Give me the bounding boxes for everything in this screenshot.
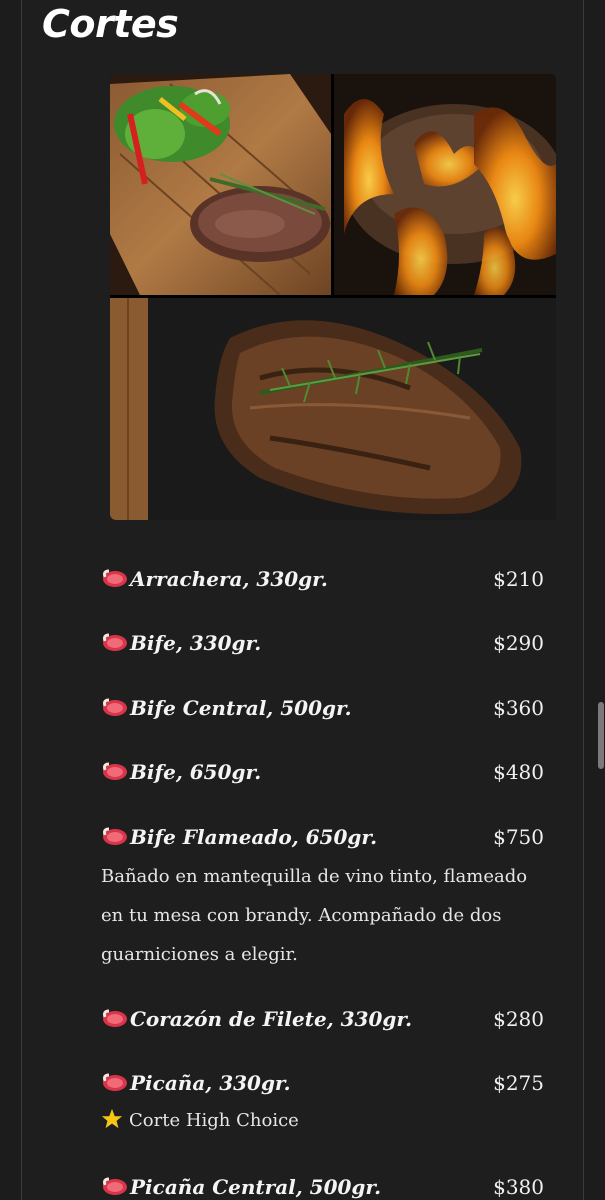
menu-item[interactable]: Picaña, 330gr. $275 Corte High Choice — [101, 1066, 544, 1136]
menu-item-price: $280 — [493, 1007, 544, 1031]
menu-item[interactable]: Bife Central, 500gr. $360 — [101, 691, 544, 725]
steak-board-photo[interactable] — [110, 74, 331, 295]
menu-item-name: Corazón de Filete, 330gr. — [101, 1002, 412, 1036]
menu-item-price: $380 — [493, 1175, 544, 1199]
menu-item[interactable]: Bife Flameado, 650gr. $750 Bañado en man… — [101, 820, 544, 974]
section-title: Cortes — [42, 2, 179, 46]
scrollbar-thumb[interactable] — [598, 702, 604, 769]
steak-icon — [103, 1073, 127, 1091]
menu-item[interactable]: Corazón de Filete, 330gr. $280 — [101, 1002, 544, 1036]
menu-item[interactable]: Picaña Central, 500gr. $380 — [101, 1170, 544, 1200]
menu-item[interactable]: Bife, 650gr. $480 — [101, 755, 544, 789]
photo-gallery — [110, 74, 556, 520]
menu-item-price: $210 — [493, 567, 544, 591]
menu-item-name: Bife, 330gr. — [101, 626, 261, 660]
menu-item-note: Corte High Choice — [101, 1106, 544, 1136]
flaming-steak-photo[interactable] — [334, 74, 556, 295]
steak-icon — [103, 698, 127, 716]
steak-icon — [103, 827, 127, 845]
menu-item-price: $480 — [493, 760, 544, 784]
menu-item-name: Arrachera, 330gr. — [101, 562, 328, 596]
menu-item-price: $750 — [493, 825, 544, 849]
menu-item-name: Bife Flameado, 650gr. — [101, 820, 377, 854]
menu-item-name: Bife, 650gr. — [101, 755, 261, 789]
steak-icon — [103, 569, 127, 587]
star-icon — [101, 1108, 123, 1129]
steak-icon — [103, 1177, 127, 1195]
steak-icon — [103, 1009, 127, 1027]
menu-page: Cortes Arrachera, 330gr. $210 Bife, 330g… — [0, 0, 605, 1200]
steak-icon — [103, 762, 127, 780]
ribeye-rosemary-photo[interactable] — [110, 298, 556, 520]
menu-item[interactable]: Arrachera, 330gr. $210 — [101, 562, 544, 596]
menu-item-price: $275 — [493, 1071, 544, 1095]
menu-item-name: Bife Central, 500gr. — [101, 691, 352, 725]
menu-item[interactable]: Bife, 330gr. $290 — [101, 626, 544, 660]
menu-item-name: Picaña Central, 500gr. — [101, 1170, 381, 1200]
menu-item-description: Bañado en mantequilla de vino tinto, fla… — [101, 866, 528, 965]
steak-icon — [103, 633, 127, 651]
menu-item-price: $290 — [493, 631, 544, 655]
menu-item-price: $360 — [493, 696, 544, 720]
menu-item-name: Picaña, 330gr. — [101, 1066, 291, 1100]
